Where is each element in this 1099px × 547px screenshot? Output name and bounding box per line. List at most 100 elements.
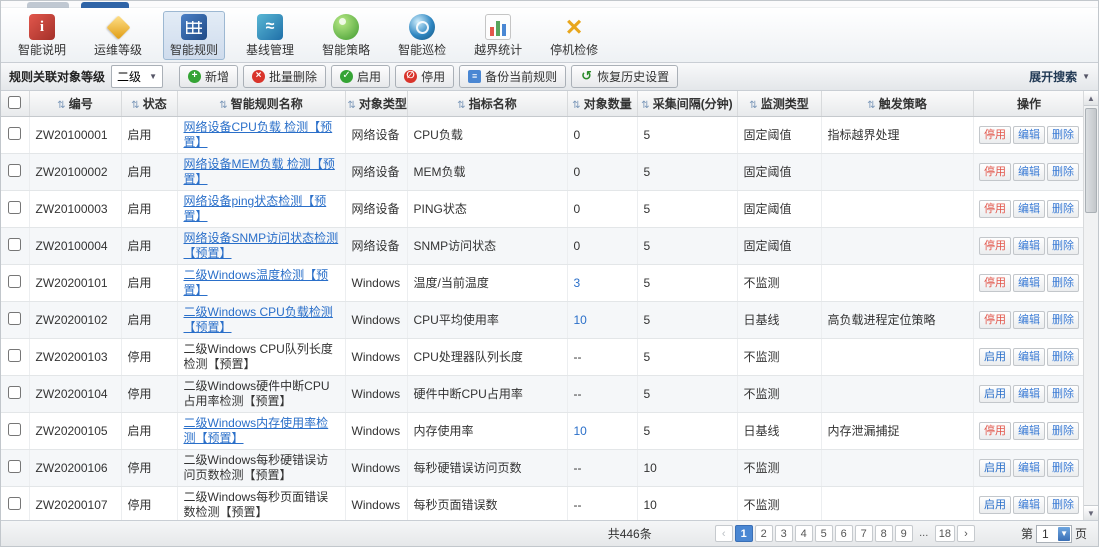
row-checkbox[interactable] (8, 497, 21, 510)
page-button-4[interactable]: 4 (795, 525, 813, 542)
scroll-down-arrow-icon[interactable] (1084, 505, 1098, 520)
delete-rule-button[interactable]: 删除 (1047, 496, 1079, 514)
scrollbar-thumb[interactable] (1085, 108, 1097, 213)
rule-name-link[interactable]: 二级Windows内存使用率检测【预置】 (184, 416, 329, 445)
rule-name-link[interactable]: 网络设备CPU负载 检测【预置】 (184, 120, 333, 149)
row-checkbox[interactable] (8, 312, 21, 325)
page-select[interactable]: 1 (1036, 525, 1072, 543)
disable-rule-button[interactable]: 停用 (979, 274, 1011, 292)
column-header-id[interactable]: ⇅编号 (29, 91, 121, 117)
select-all-checkbox[interactable] (8, 96, 21, 109)
disable-button[interactable]: ∅停用 (395, 65, 454, 88)
toolbar-item-level[interactable]: 运维等级 (87, 11, 149, 60)
column-header-interval[interactable]: ⇅采集间隔(分钟) (637, 91, 737, 117)
delete-rule-button[interactable]: 删除 (1047, 459, 1079, 477)
row-checkbox[interactable] (8, 238, 21, 251)
expand-search-toggle[interactable]: 展开搜索 (1029, 68, 1090, 85)
edit-rule-button[interactable]: 编辑 (1013, 422, 1045, 440)
object-count-link[interactable]: 10 (574, 313, 587, 327)
delete-rule-button[interactable]: 删除 (1047, 126, 1079, 144)
page-button-5[interactable]: 5 (815, 525, 833, 542)
toolbar-item-maintenance[interactable]: 停机检修 (543, 11, 605, 60)
next-page-button[interactable]: › (957, 525, 975, 542)
level-select[interactable]: 二级 (111, 65, 163, 88)
vertical-scrollbar[interactable] (1083, 91, 1098, 520)
enable-rule-button[interactable]: 启用 (979, 348, 1011, 366)
row-checkbox[interactable] (8, 127, 21, 140)
toolbar-item-inspection[interactable]: 智能巡检 (391, 11, 453, 60)
disable-rule-button[interactable]: 停用 (979, 237, 1011, 255)
edit-rule-button[interactable]: 编辑 (1013, 311, 1045, 329)
page-button-9[interactable]: 9 (895, 525, 913, 542)
edit-rule-button[interactable]: 编辑 (1013, 274, 1045, 292)
page-button-2[interactable]: 2 (755, 525, 773, 542)
edit-rule-button[interactable]: 编辑 (1013, 163, 1045, 181)
row-checkbox[interactable] (8, 275, 21, 288)
edit-rule-button[interactable]: 编辑 (1013, 200, 1045, 218)
page-button-8[interactable]: 8 (875, 525, 893, 542)
page-button-18[interactable]: 18 (935, 525, 955, 542)
disable-rule-button[interactable]: 停用 (979, 422, 1011, 440)
active-tab-fragment[interactable] (81, 2, 129, 8)
toolbar-item-stats[interactable]: 越界统计 (467, 11, 529, 60)
page-button-6[interactable]: 6 (835, 525, 853, 542)
batch-delete-button[interactable]: ×批量删除 (243, 65, 326, 88)
disable-rule-button[interactable]: 停用 (979, 163, 1011, 181)
disable-rule-button[interactable]: 停用 (979, 200, 1011, 218)
delete-rule-button[interactable]: 删除 (1047, 422, 1079, 440)
row-checkbox[interactable] (8, 201, 21, 214)
row-checkbox[interactable] (8, 460, 21, 473)
column-header-rule-name[interactable]: ⇅智能规则名称 (177, 91, 345, 117)
edit-rule-button[interactable]: 编辑 (1013, 459, 1045, 477)
disable-rule-button[interactable]: 停用 (979, 311, 1011, 329)
scroll-up-arrow-icon[interactable] (1084, 91, 1098, 106)
delete-rule-button[interactable]: 删除 (1047, 311, 1079, 329)
page-button-7[interactable]: 7 (855, 525, 873, 542)
column-header-object-type[interactable]: ⇅对象类型 (345, 91, 407, 117)
toolbar-item-strategy[interactable]: 智能策略 (315, 11, 377, 60)
toolbar-item-manual[interactable]: 智能说明 (11, 11, 73, 60)
toolbar-item-rules[interactable]: 智能规则 (163, 11, 225, 60)
delete-rule-button[interactable]: 删除 (1047, 163, 1079, 181)
background-tab-fragment[interactable] (27, 2, 69, 8)
restore-history-button[interactable]: ↺恢复历史设置 (571, 65, 678, 88)
row-checkbox[interactable] (8, 386, 21, 399)
column-header-trigger-strategy[interactable]: ⇅触发策略 (821, 91, 973, 117)
row-checkbox[interactable] (8, 349, 21, 362)
delete-rule-button[interactable]: 删除 (1047, 237, 1079, 255)
column-header-monitor-type[interactable]: ⇅监测类型 (737, 91, 821, 117)
edit-rule-button[interactable]: 编辑 (1013, 237, 1045, 255)
enable-rule-button[interactable]: 启用 (979, 385, 1011, 403)
rule-name-link[interactable]: 网络设备MEM负载 检测【预置】 (184, 157, 335, 186)
page-button-3[interactable]: 3 (775, 525, 793, 542)
edit-rule-button[interactable]: 编辑 (1013, 496, 1045, 514)
delete-rule-button[interactable]: 删除 (1047, 348, 1079, 366)
edit-rule-button[interactable]: 编辑 (1013, 385, 1045, 403)
toolbar-item-baseline[interactable]: 基线管理 (239, 11, 301, 60)
column-header-status[interactable]: ⇅状态 (121, 91, 177, 117)
row-checkbox[interactable] (8, 423, 21, 436)
delete-rule-button[interactable]: 删除 (1047, 200, 1079, 218)
enable-rule-button[interactable]: 启用 (979, 496, 1011, 514)
edit-rule-button[interactable]: 编辑 (1013, 348, 1045, 366)
column-header-metric-name[interactable]: ⇅指标名称 (407, 91, 567, 117)
rule-name-link[interactable]: 二级Windows CPU负载检测【预置】 (184, 305, 333, 334)
table-row: ZW20100001启用网络设备CPU负载 检测【预置】网络设备CPU负载05固… (1, 117, 1085, 154)
backup-rules-button[interactable]: ≡备份当前规则 (459, 65, 566, 88)
rule-name-link[interactable]: 二级Windows温度检测【预置】 (184, 268, 329, 297)
enable-button[interactable]: ✓启用 (331, 65, 390, 88)
disable-rule-button[interactable]: 停用 (979, 126, 1011, 144)
page-button-1[interactable]: 1 (735, 525, 753, 542)
delete-rule-button[interactable]: 删除 (1047, 385, 1079, 403)
row-checkbox[interactable] (8, 164, 21, 177)
rule-name-link[interactable]: 网络设备SNMP访问状态检测【预置】 (184, 231, 339, 260)
column-header-object-count[interactable]: ⇅对象数量 (567, 91, 637, 117)
edit-rule-button[interactable]: 编辑 (1013, 126, 1045, 144)
enable-rule-button[interactable]: 启用 (979, 459, 1011, 477)
prev-page-button[interactable]: ‹ (715, 525, 733, 542)
rule-name-link[interactable]: 网络设备ping状态检测【预置】 (184, 194, 327, 223)
object-count-link[interactable]: 10 (574, 424, 587, 438)
delete-rule-button[interactable]: 删除 (1047, 274, 1079, 292)
add-button[interactable]: +新增 (179, 65, 238, 88)
object-count-link[interactable]: 3 (574, 276, 581, 290)
